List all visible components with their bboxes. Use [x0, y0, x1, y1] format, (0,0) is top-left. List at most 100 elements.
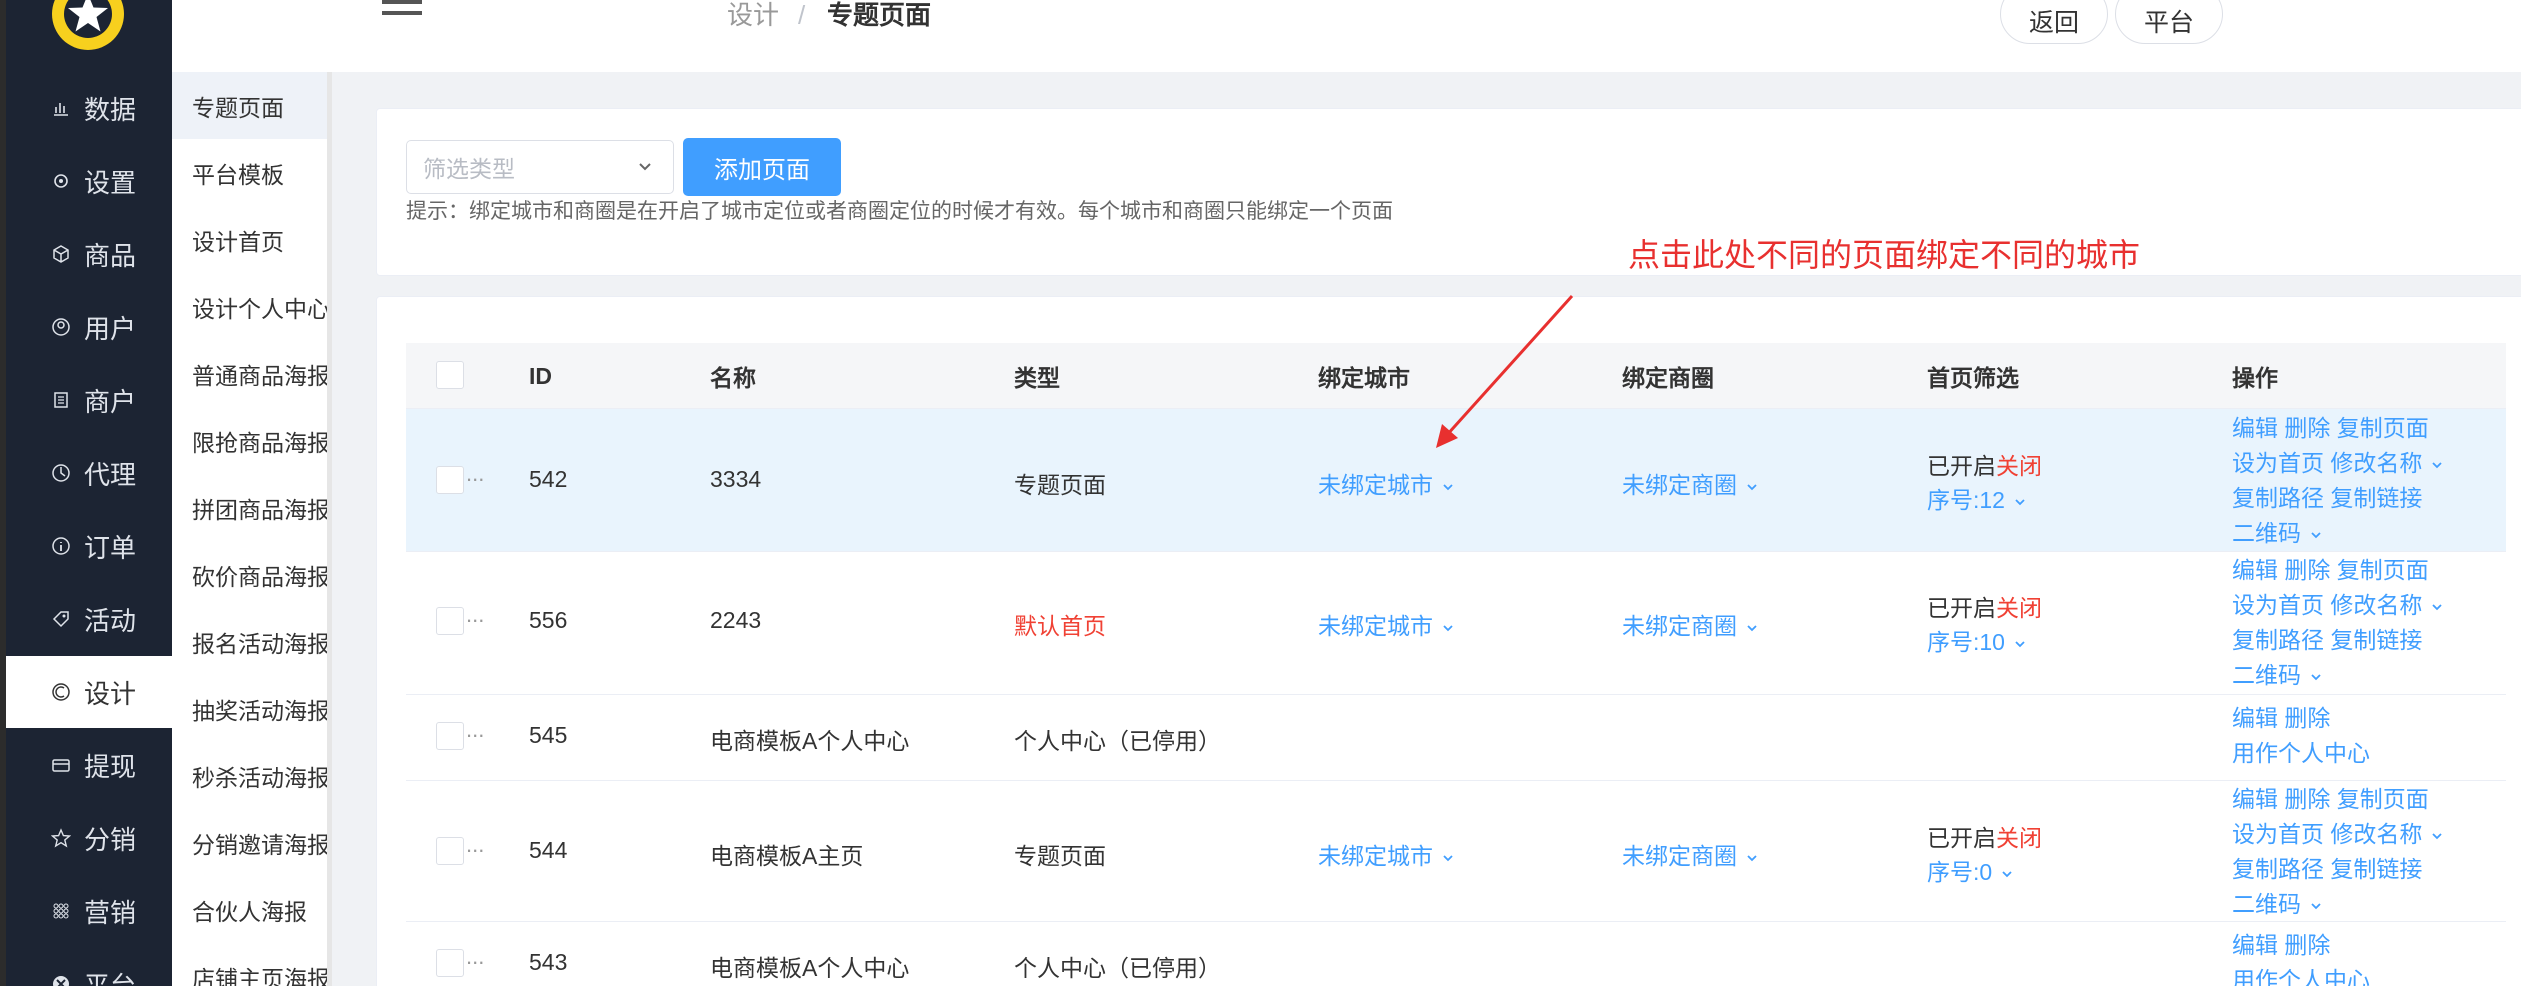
row-checkbox[interactable]	[436, 722, 464, 750]
col-home-filter: 首页筛选	[1927, 365, 2019, 391]
bind-city-dropdown[interactable]: 未绑定城市	[1318, 607, 1455, 641]
nav-item-users[interactable]: 用户	[6, 291, 172, 363]
cell-id: 556	[529, 607, 568, 633]
chevron-down-icon	[2002, 871, 2012, 878]
close-link[interactable]: 关闭	[1996, 825, 2042, 851]
row-checkbox[interactable]	[436, 607, 464, 635]
row-checkbox[interactable]	[436, 466, 464, 494]
nav-item-merchants[interactable]: 商户	[6, 364, 172, 436]
sub-item-topic-page[interactable]: 专题页面	[172, 72, 332, 139]
actions-home-rename[interactable]: 设为首页 修改名称	[2232, 817, 2444, 851]
menu-toggle-icon[interactable]	[382, 0, 422, 26]
select-placeholder: 筛选类型	[423, 156, 515, 182]
hint-text: 提示：绑定城市和商圈是在开启了城市定位或者商圈定位的时候才有效。每个城市和商圈只…	[406, 200, 1393, 223]
breadcrumb-separator: /	[798, 0, 806, 30]
bind-area-dropdown[interactable]: 未绑定商圈	[1622, 607, 1759, 641]
bind-area-dropdown[interactable]: 未绑定商圈	[1622, 837, 1759, 871]
actions-copy-path-link[interactable]: 复制路径 复制链接	[2232, 852, 2422, 886]
nav-item-platform[interactable]: 平台	[6, 948, 172, 986]
sequence-label: 序号:0	[1927, 859, 1993, 885]
annotation-text: 点击此处不同的页面绑定不同的城市	[1628, 237, 2141, 273]
chevron-down-icon	[1747, 484, 1757, 491]
actions-home-rename[interactable]: 设为首页 修改名称	[2232, 588, 2444, 622]
chevron-down-icon	[639, 163, 651, 171]
nav-item-withdraw[interactable]: 提现	[6, 729, 172, 801]
nav-item-activities[interactable]: 活动	[6, 583, 172, 655]
row-ellipsis: ...	[466, 602, 485, 627]
actions-home-rename-label: 设为首页 修改名称	[2232, 592, 2423, 618]
row-checkbox[interactable]	[436, 837, 464, 865]
cell-name: 2243	[710, 607, 762, 633]
close-link[interactable]: 关闭	[1996, 453, 2042, 479]
nav-item-agents[interactable]: 代理	[6, 437, 172, 509]
row-ellipsis: ...	[466, 832, 485, 857]
sub-item-platform-template[interactable]: 平台模板	[192, 139, 332, 206]
nav-item-marketing[interactable]: 营销	[6, 875, 172, 947]
type-filter-select[interactable]: 筛选类型	[406, 140, 674, 194]
bind-city-dropdown[interactable]: 未绑定城市	[1318, 837, 1455, 871]
cell-name: 电商模板A主页	[710, 843, 864, 869]
close-link[interactable]: 关闭	[1996, 595, 2042, 621]
agent-icon	[50, 462, 72, 484]
breadcrumb-design[interactable]: 设计	[727, 0, 779, 30]
sub-item-bargain-poster[interactable]: 砍价商品海报	[192, 541, 332, 608]
sequence-label: 序号:10	[1927, 629, 2005, 655]
sub-item-design-profile[interactable]: 设计个人中心	[192, 273, 332, 340]
sub-item-normal-poster[interactable]: 普通商品海报	[192, 340, 332, 407]
nav-item-goods[interactable]: 商品	[6, 218, 172, 290]
breadcrumb-current: 专题页面	[827, 0, 932, 30]
bind-city-label: 未绑定城市	[1318, 472, 1433, 498]
sub-item-signup-poster[interactable]: 报名活动海报	[192, 608, 332, 675]
col-actions: 操作	[2232, 365, 2278, 391]
actions-home-rename-label: 设为首页 修改名称	[2232, 450, 2423, 476]
grid-icon	[50, 900, 72, 922]
add-page-button[interactable]: 添加页面	[683, 138, 841, 196]
platform-button[interactable]: 平台	[2115, 0, 2223, 44]
sub-item-flash-poster[interactable]: 限抢商品海报	[192, 407, 332, 474]
actions-qrcode[interactable]: 二维码	[2232, 887, 2323, 921]
row-checkbox[interactable]	[436, 949, 464, 977]
nav-label: 用户	[84, 313, 137, 344]
actions-edit-delete[interactable]: 编辑 删除	[2232, 701, 2330, 735]
nav-item-orders[interactable]: 订单	[6, 510, 172, 582]
cell-type: 专题页面	[1014, 843, 1106, 869]
cell-type: 个人中心（已停用）	[1014, 955, 1221, 981]
sub-item-invite-poster[interactable]: 分销邀请海报	[192, 809, 332, 876]
actions-copy-path-link[interactable]: 复制路径 复制链接	[2232, 481, 2422, 515]
nav-item-settings[interactable]: 设置	[6, 145, 172, 217]
status-on-label: 已开启	[1927, 825, 1996, 851]
actions-edit-delete[interactable]: 编辑 删除	[2232, 928, 2330, 962]
nav-item-distribution[interactable]: 分销	[6, 802, 172, 874]
actions-edit-delete-copy[interactable]: 编辑 删除 复制页面	[2232, 411, 2429, 445]
sub-item-design-home[interactable]: 设计首页	[192, 206, 332, 273]
sub-item-seckill-poster[interactable]: 秒杀活动海报	[192, 742, 332, 809]
row-ellipsis: ...	[466, 717, 485, 742]
back-button[interactable]: 返回	[2000, 0, 2108, 44]
sequence-dropdown[interactable]: 序号:0	[1927, 853, 2014, 887]
select-all-checkbox[interactable]	[436, 361, 464, 389]
actions-edit-delete-copy[interactable]: 编辑 删除 复制页面	[2232, 553, 2429, 587]
sequence-dropdown[interactable]: 序号:10	[1927, 623, 2027, 657]
actions-qrcode[interactable]: 二维码	[2232, 516, 2323, 550]
nav-item-design[interactable]: 设计	[6, 656, 172, 728]
chevron-down-icon	[1443, 625, 1453, 632]
actions-edit-delete-copy[interactable]: 编辑 删除 复制页面	[2232, 782, 2429, 816]
home-filter-status: 已开启关闭	[1927, 819, 2042, 853]
bind-area-dropdown[interactable]: 未绑定商圈	[1622, 466, 1759, 500]
sub-item-shop-poster[interactable]: 店铺主页海报	[192, 943, 332, 986]
sub-item-partner-poster[interactable]: 合伙人海报	[192, 876, 332, 943]
actions-use-as-profile[interactable]: 用作个人中心	[2232, 736, 2370, 770]
actions-qrcode[interactable]: 二维码	[2232, 658, 2323, 692]
actions-home-rename[interactable]: 设为首页 修改名称	[2232, 446, 2444, 480]
bind-city-dropdown[interactable]: 未绑定城市	[1318, 466, 1455, 500]
actions-copy-path-link[interactable]: 复制路径 复制链接	[2232, 623, 2422, 657]
sub-item-group-poster[interactable]: 拼团商品海报	[192, 474, 332, 541]
sub-item-lottery-poster[interactable]: 抽奖活动海报	[192, 675, 332, 742]
qrcode-label: 二维码	[2232, 662, 2301, 688]
nav-item-data[interactable]: 数据	[6, 72, 172, 144]
chevron-down-icon	[2015, 499, 2025, 506]
actions-use-as-profile[interactable]: 用作个人中心	[2232, 963, 2370, 986]
sub-menu-scrollbar[interactable]	[327, 72, 332, 986]
sequence-dropdown[interactable]: 序号:12	[1927, 481, 2027, 515]
cell-type: 个人中心（已停用）	[1014, 728, 1221, 754]
